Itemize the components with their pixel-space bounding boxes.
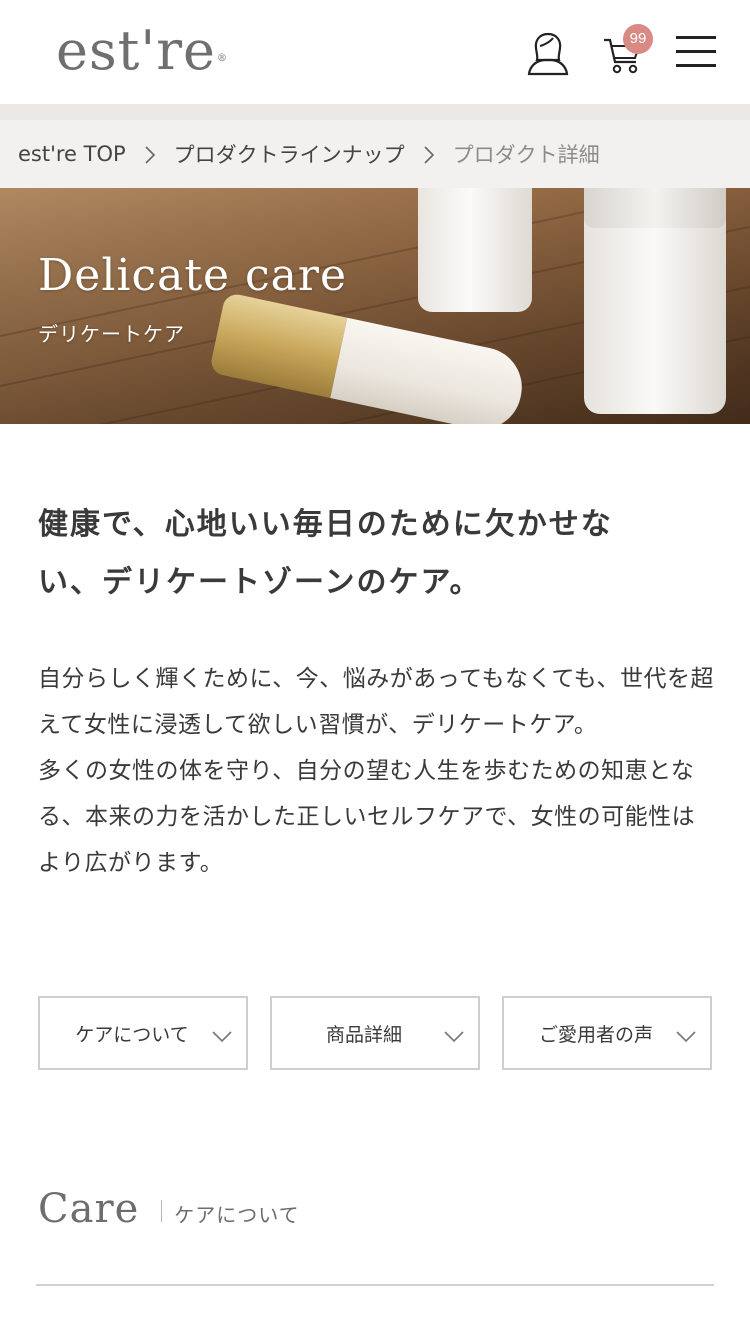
anchor-button-label: ケアについて (75, 1023, 189, 1046)
breadcrumb-link-top[interactable]: est're TOP (18, 142, 126, 166)
anchor-button-reviews[interactable]: ご愛用者の声 (502, 996, 712, 1070)
section-rule (36, 1284, 714, 1286)
section-subtitle: ケアについて (174, 1203, 300, 1227)
lead-line-2: い、デリケートゾーンのケア。 (38, 565, 482, 600)
anchor-button-label: 商品詳細 (325, 1023, 402, 1046)
cart-count-badge: 99 (623, 24, 653, 54)
anchor-button-care[interactable]: ケアについて (38, 996, 248, 1070)
section-title: Care (38, 1186, 140, 1232)
registered-mark: ® (216, 53, 228, 64)
chevron-down-icon (444, 1026, 464, 1048)
product-bottle-image (418, 188, 532, 312)
intro-paragraph-2: 多くの女性の体を守り、自分の望む人生を歩むための知恵となる、本来の力を活かした正… (38, 758, 696, 876)
lead-line-1: 健康で、心地いい毎日のために欠かせな (38, 507, 613, 542)
chevron-down-icon (212, 1026, 232, 1048)
lead-heading: 健康で、心地いい毎日のために欠かせな い、デリケートゾーンのケア。 (38, 496, 718, 612)
section-heading-care: Care ケアについて (38, 1186, 300, 1232)
chevron-down-icon (676, 1026, 696, 1048)
breadcrumb: est're TOP プロダクトラインナップ プロダクト詳細 (0, 120, 750, 188)
hero-subtitle: デリケートケア (38, 322, 185, 346)
section-divider (161, 1200, 163, 1222)
chevron-right-icon (405, 142, 453, 166)
brand-logo-text: est're (56, 19, 216, 82)
intro-text: 自分らしく輝くために、今、悩みがあってもなくても、世代を超えて女性に浸透して欲し… (38, 656, 718, 886)
brand-logo[interactable]: est're® (56, 20, 228, 82)
anchor-button-product-details[interactable]: 商品詳細 (270, 996, 480, 1070)
breadcrumb-current: プロダクト詳細 (452, 143, 600, 167)
account-icon[interactable] (526, 30, 570, 76)
hero-title: Delicate care (38, 250, 347, 301)
anchor-button-label: ご愛用者の声 (538, 1023, 653, 1046)
intro-paragraph-1: 自分らしく輝くために、今、悩みがあってもなくても、世代を超えて女性に浸透して欲し… (38, 666, 714, 738)
breadcrumb-link-lineup[interactable]: プロダクトラインナップ (174, 139, 405, 169)
hamburger-menu-icon[interactable] (676, 34, 716, 70)
hero-banner-image (0, 188, 750, 424)
site-header: est're® 99 (0, 0, 750, 104)
product-bottle-image (584, 188, 726, 414)
header-divider (0, 104, 750, 120)
chevron-right-icon (126, 142, 174, 166)
